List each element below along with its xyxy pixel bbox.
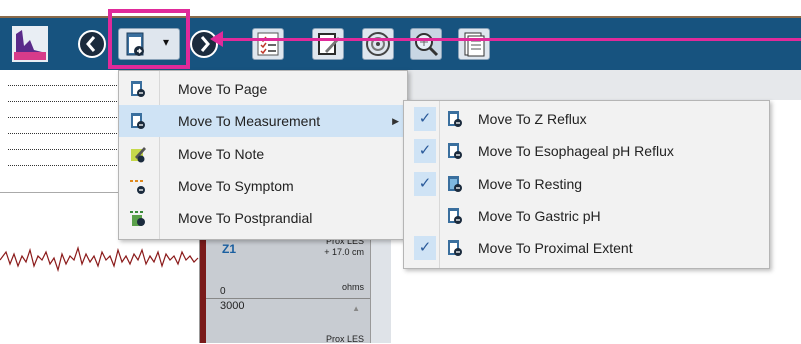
measurement-icon [448,176,462,192]
postprandial-icon [130,211,145,226]
back-button[interactable] [78,30,106,58]
document-icon [464,32,485,57]
next-channel-value: 3000 [220,300,245,312]
checklist-button[interactable] [252,28,284,60]
check-icon: ✓ [414,236,436,260]
annotation-arrow-head [210,31,223,47]
menu-item-label: Move To Page [178,81,268,97]
menu-item-move-to-proximal-extent[interactable]: ✓ Move To Proximal Extent [404,232,769,264]
menu-item-move-to-page[interactable]: Move To Page [119,73,407,105]
document-button[interactable] [458,28,490,60]
grid-line [8,165,123,166]
edit-report-button[interactable] [312,28,344,60]
measurement-icon [448,208,462,224]
menu-item-label: Move To Note [178,146,265,162]
menu-item-move-to-postprandial[interactable]: Move To Postprandial [119,202,407,234]
measurement-icon [448,240,462,256]
zoom-icon [415,33,439,57]
move-to-menu: Move To Page Move To Measurement ▶ Move … [118,70,408,240]
zoom-button[interactable] [410,28,442,60]
highlight-box [108,9,190,69]
menu-item-label: Move To Gastric pH [478,208,601,224]
axis-min: 0 [220,286,226,297]
measurement-icon [131,113,145,129]
menu-item-label: Move To Measurement [178,113,321,129]
measurement-icon [448,111,462,127]
annotation-arrow-line [218,38,801,41]
measurement-icon [448,143,462,159]
grid-line [8,101,123,102]
divider [206,298,370,299]
app-logo-icon[interactable] [12,26,48,62]
submenu-arrow-icon: ▶ [392,115,399,126]
analysis-icon [366,32,390,56]
channel-name: Z1 [222,242,237,256]
location-offset: + 17.0 cm [324,247,364,257]
grid-line [8,149,123,150]
menu-item-label: Move To Resting [478,176,583,192]
check-icon: ✓ [414,172,436,196]
menu-item-move-to-resting[interactable]: ✓ Move To Resting [404,168,769,200]
menu-item-move-to-gastric-ph[interactable]: Move To Gastric pH [404,200,769,232]
menu-item-label: Move To Esophageal pH Reflux [478,143,674,159]
chevron-left-icon [86,36,96,52]
menu-item-label: Move To Proximal Extent [478,240,633,256]
check-icon: ✓ [414,139,436,163]
edit-report-icon [318,33,340,55]
scroll-up-icon[interactable]: ▲ [352,304,360,313]
checklist-icon [257,32,279,56]
symptom-icon [130,180,145,194]
menu-item-move-to-measurement[interactable]: Move To Measurement ▶ [119,105,407,137]
grid-line [8,85,123,86]
panel-header [390,70,801,100]
menu-item-label: Move To Symptom [178,178,294,194]
measurement-submenu: ✓ Move To Z Reflux ✓ Move To Esophageal … [403,100,770,269]
note-icon [131,147,146,163]
grid-line [8,133,123,134]
menu-item-label: Move To Postprandial [178,210,313,226]
channel-label-panel: Z1 Prox LES + 17.0 cm ohms 0 3000 ▲ Prox… [200,230,370,344]
menu-item-move-to-z-reflux[interactable]: ✓ Move To Z Reflux [404,103,769,135]
channel-unit: ohms [341,282,364,292]
grid-line [8,117,123,118]
menu-item-move-to-symptom[interactable]: Move To Symptom [119,170,407,202]
page-icon [131,81,145,97]
analysis-button[interactable] [362,28,394,60]
check-icon: ✓ [414,107,436,131]
menu-item-move-to-note[interactable]: Move To Note [119,138,407,170]
menu-item-move-to-esophageal-ph-reflux[interactable]: ✓ Move To Esophageal pH Reflux [404,135,769,167]
menu-item-label: Move To Z Reflux [478,111,587,127]
